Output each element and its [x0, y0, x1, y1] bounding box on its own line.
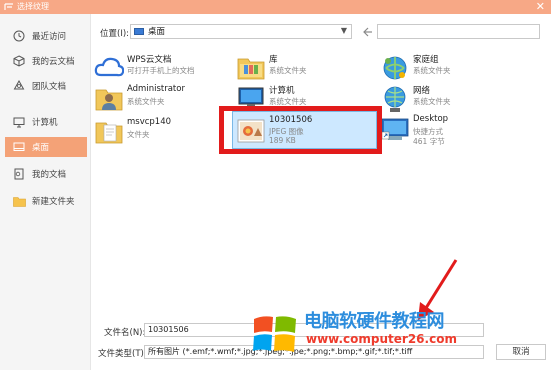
app-icon [4, 3, 13, 10]
location-label: 位置(I): [100, 29, 130, 39]
file-name: Desktop [413, 114, 449, 124]
back-button[interactable] [359, 24, 375, 39]
sidebar-item-label: 桌面 [32, 143, 50, 153]
sidebar-item-label: 我的云文档 [32, 57, 75, 67]
filetype-label: 文件类型(T): [98, 349, 147, 359]
file-type: 系统文件夹 [269, 97, 307, 106]
file-item-wps-cloud[interactable]: WPS云文档 可打开手机上的文档 [94, 51, 239, 85]
chevron-down-icon: ▼ [340, 26, 347, 35]
sidebar-item-recent[interactable]: 最近访问 [5, 26, 87, 46]
desktop-small-icon [134, 28, 144, 35]
windows-logo-icon [253, 316, 296, 352]
sidebar-item-label: 团队文档 [32, 82, 67, 92]
file-item-network[interactable]: 网络 系统文件夹 [380, 82, 525, 116]
file-item-msvcp140[interactable]: msvcp140 文件夹 [94, 115, 239, 149]
file-item-homegroup[interactable]: 家庭组 系统文件夹 [380, 51, 525, 85]
file-type: 可打开手机上的文档 [127, 66, 195, 75]
sidebar-item-computer[interactable]: 计算机 [5, 112, 87, 132]
filename-label: 文件名(N): [104, 328, 146, 338]
sidebar-item-desktop[interactable]: 桌面 [5, 137, 87, 157]
sidebar-item-team-docs[interactable]: 团队文档 [5, 76, 87, 96]
file-type: 系统文件夹 [127, 97, 165, 106]
file-type: 文件夹 [127, 130, 150, 139]
file-name: 10301506 [269, 115, 313, 125]
sidebar-item-new-folder[interactable]: 新建文件夹 [5, 191, 87, 211]
file-name: 库 [269, 55, 278, 65]
window-title: 选择纹理 [17, 2, 49, 11]
file-item-administrator[interactable]: Administrator 系统文件夹 [94, 82, 239, 116]
computer-icon [238, 87, 264, 110]
file-type: 系统文件夹 [413, 66, 451, 75]
desktop-icon [12, 140, 26, 154]
file-name: 计算机 [269, 86, 295, 96]
team-icon [12, 79, 26, 93]
sidebar-item-label: 最近访问 [32, 32, 67, 42]
title-bar: 选择纹理 ✕ [0, 0, 551, 14]
user-folder-icon [95, 89, 123, 111]
back-icon [363, 27, 372, 36]
file-name: 家庭组 [413, 55, 439, 65]
search-input[interactable] [378, 25, 539, 38]
sidebar-item-label: 新建文件夹 [32, 197, 75, 207]
file-item-10301506[interactable]: 10301506 JPEG 图像 189 KB [232, 111, 377, 149]
file-size: 461 字节 [413, 137, 445, 146]
cancel-button[interactable]: 取消 [496, 344, 546, 360]
wps-cloud-icon [94, 57, 124, 77]
shortcut-icon [381, 118, 409, 140]
folder-file-icon [95, 122, 123, 144]
location-value: 桌面 [148, 27, 166, 37]
file-item-desktop[interactable]: Desktop 快捷方式 461 字节 [380, 112, 525, 146]
file-name: Administrator [127, 84, 185, 94]
homegroup-icon [383, 56, 407, 80]
library-icon [237, 58, 265, 80]
document-icon [12, 167, 26, 181]
cube-icon [12, 54, 26, 68]
file-item-library[interactable]: 库 系统文件夹 [236, 51, 381, 85]
file-name: WPS云文档 [127, 55, 172, 65]
sidebar-item-cloud-docs[interactable]: 我的云文档 [5, 51, 87, 71]
monitor-icon [12, 115, 26, 129]
file-type: 系统文件夹 [269, 66, 307, 75]
network-icon [384, 86, 406, 112]
sidebar-item-label: 计算机 [32, 118, 58, 128]
jpeg-image-icon [237, 119, 265, 143]
watermark-title: 电脑软硬件教程网 [304, 311, 445, 332]
watermark: 电脑软硬件教程网 www.computer26.com [252, 307, 459, 357]
sidebar: 最近访问 我的云文档 团队文档 计算机 桌面 我的文档 新建文件夹 [0, 14, 91, 370]
sidebar-item-my-docs[interactable]: 我的文档 [5, 164, 87, 184]
folder-icon [12, 194, 26, 208]
file-name: msvcp140 [127, 117, 172, 127]
sidebar-item-label: 我的文档 [32, 170, 67, 180]
watermark-url: www.computer26.com [306, 332, 457, 346]
location-dropdown[interactable]: 桌面 ▼ [130, 24, 352, 39]
close-icon[interactable]: ✕ [536, 0, 545, 14]
file-type: 系统文件夹 [413, 97, 451, 106]
file-name: 网络 [413, 86, 431, 96]
clock-icon [12, 29, 26, 43]
search-box[interactable] [377, 24, 540, 39]
file-size: 189 KB [269, 136, 296, 145]
